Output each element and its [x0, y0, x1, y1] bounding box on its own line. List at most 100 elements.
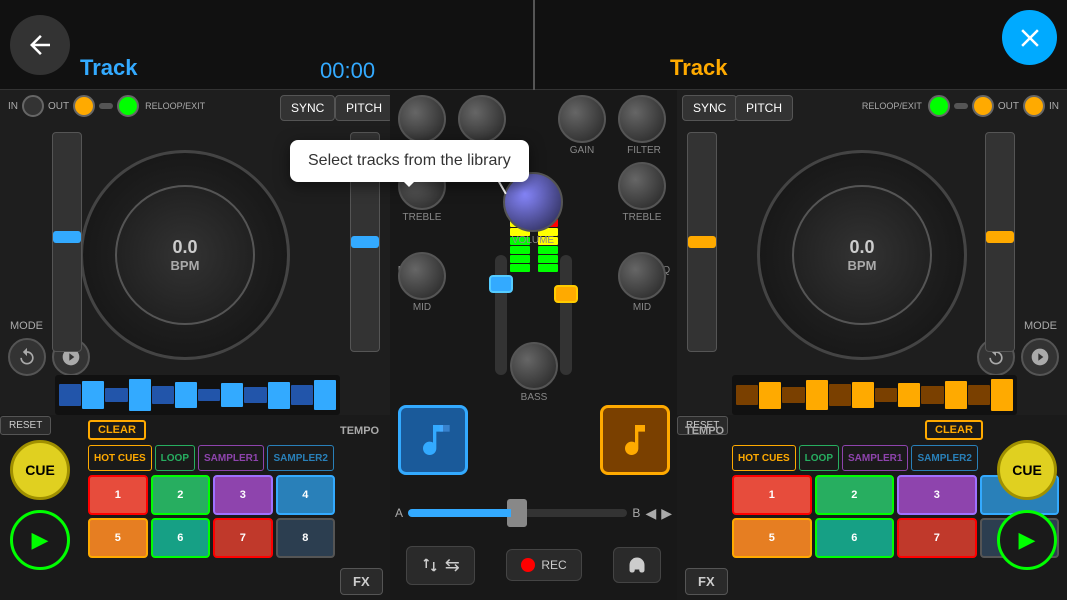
clear-btn-right[interactable]: CLEAR	[925, 420, 983, 440]
close-button[interactable]	[1002, 10, 1057, 65]
sampler1-tab-right[interactable]: SAMPLER1	[842, 445, 908, 471]
pads-area-left: TEMPO FX RESET CLEAR HOT CUES LOOP SAMPL…	[0, 415, 390, 600]
bpm-value-right: 0.0	[849, 237, 874, 258]
pad-3-right[interactable]: 3	[897, 475, 977, 515]
fx-btn-left[interactable]: FX	[340, 568, 383, 595]
tempo-thumb-right	[986, 231, 1014, 243]
pitch-btn-left[interactable]: PITCH	[335, 95, 393, 121]
headphone-btn[interactable]	[613, 547, 661, 583]
rec-dot	[521, 558, 535, 572]
pitch-thumb-left	[351, 236, 379, 248]
reset-btn-left[interactable]: RESET	[0, 416, 51, 435]
pad-4-left[interactable]: 4	[276, 475, 336, 515]
mode-btn1-left[interactable]	[8, 338, 46, 376]
mixer-bottom-row: ⇆ REC	[390, 530, 677, 600]
active-dot-left[interactable]	[117, 95, 139, 117]
pad-2-left[interactable]: 2	[151, 475, 211, 515]
fader-right[interactable]	[560, 255, 572, 375]
pitch-btn-right[interactable]: PITCH	[735, 95, 793, 121]
treble-knob-right[interactable]	[618, 162, 666, 210]
sync-btn-right[interactable]: SYNC	[682, 95, 737, 121]
cue-btn-left[interactable]: CUE	[10, 440, 70, 500]
pitch-slider-right[interactable]	[687, 132, 717, 352]
pad-6-right[interactable]: 6	[815, 518, 895, 558]
in-dot-right[interactable]	[1023, 95, 1045, 117]
cf-right-arrow[interactable]: ▶	[661, 505, 672, 522]
pad-8-left[interactable]: 8	[276, 518, 336, 558]
crossfader[interactable]: A B ◀ ▶	[395, 498, 672, 528]
pad-3-left[interactable]: 3	[213, 475, 273, 515]
pad-7-right[interactable]: 7	[897, 518, 977, 558]
turntable-right[interactable]: 0.0 BPM	[757, 150, 967, 360]
pad-7-left[interactable]: 7	[213, 518, 273, 558]
treble-label-right: TREBLE	[612, 212, 672, 223]
cf-left-arrow[interactable]: ◀	[645, 505, 656, 522]
waveform-right	[732, 375, 1017, 415]
gain-label-right: GAIN	[558, 145, 606, 156]
play-btn-right[interactable]: ▶	[997, 510, 1057, 570]
mid-knob-left[interactable]	[398, 252, 446, 300]
pad-5-right[interactable]: 5	[732, 518, 812, 558]
back-button[interactable]	[10, 15, 70, 75]
sync-btn-left[interactable]: SYNC	[280, 95, 335, 121]
connector-right	[954, 103, 968, 109]
rec-label: REC	[541, 558, 566, 572]
tempo-slider-left[interactable]	[52, 132, 82, 352]
loop-tab-left[interactable]: LOOP	[155, 445, 195, 471]
gain-knob-left[interactable]	[458, 95, 506, 143]
hot-cues-tab-right[interactable]: HOT CUES	[732, 445, 796, 471]
pad-5-left[interactable]: 5	[88, 518, 148, 558]
hot-cues-tab-left[interactable]: HOT CUES	[88, 445, 152, 471]
sampler2-tab-right[interactable]: SAMPLER2	[911, 445, 977, 471]
tempo-slider-right[interactable]	[985, 132, 1015, 352]
tabs-right: HOT CUES LOOP SAMPLER1 SAMPLER2	[732, 445, 978, 471]
mode-label-left: MODE	[10, 320, 43, 332]
pads-row2-left: 5 6 7 8	[88, 518, 335, 558]
mid-knob-right[interactable]	[618, 252, 666, 300]
bpm-unit-right: BPM	[848, 258, 877, 273]
clear-btn-left[interactable]: CLEAR	[88, 420, 146, 440]
gain-knob-right[interactable]	[558, 95, 606, 143]
fader-thumb-right	[554, 285, 578, 303]
rec-btn[interactable]: REC	[506, 549, 581, 581]
filter-knob-right[interactable]	[618, 95, 666, 143]
library-btn-left[interactable]	[398, 405, 468, 475]
out-label-left: OUT	[48, 101, 69, 112]
fx-btn-right[interactable]: FX	[685, 568, 728, 595]
track-left-label: Track	[80, 55, 138, 81]
pad-2-right[interactable]: 2	[815, 475, 895, 515]
turntable-inner-right: 0.0 BPM	[792, 185, 932, 325]
main-area: IN OUT RELOOP/EXIT SYNC PITCH 0.0 BPM MO…	[0, 90, 1067, 600]
sampler2-tab-left[interactable]: SAMPLER2	[267, 445, 333, 471]
waveform-left	[55, 375, 340, 415]
out-label-right: OUT	[998, 101, 1019, 112]
tooltip: Select tracks from the library	[290, 140, 529, 182]
in-dot-left[interactable]	[22, 95, 44, 117]
play-btn-left[interactable]: ▶	[10, 510, 70, 570]
out-dot-left[interactable]	[73, 95, 95, 117]
turntable-left[interactable]: 0.0 BPM	[80, 150, 290, 360]
mode-btn2-right[interactable]	[1021, 338, 1059, 376]
sampler1-tab-left[interactable]: SAMPLER1	[198, 445, 264, 471]
pad-6-left[interactable]: 6	[151, 518, 211, 558]
bpm-unit-left: BPM	[171, 258, 200, 273]
out-dot-right[interactable]	[972, 95, 994, 117]
mid-label-left: MID	[398, 302, 446, 313]
mid-label-right: MID	[618, 302, 666, 313]
in-label-left: IN	[8, 101, 18, 112]
pitch-thumb-right	[688, 236, 716, 248]
cue-btn-right[interactable]: CUE	[997, 440, 1057, 500]
pad-1-left[interactable]: 1	[88, 475, 148, 515]
crossfader-track	[408, 509, 627, 517]
bass-knob[interactable]	[510, 342, 558, 390]
mix-btn[interactable]: ⇆	[406, 546, 475, 585]
loop-tab-right[interactable]: LOOP	[799, 445, 839, 471]
filter-knob-left[interactable]	[398, 95, 446, 143]
fader-left[interactable]	[495, 255, 507, 375]
pad-1-right[interactable]: 1	[732, 475, 812, 515]
library-btn-right[interactable]	[600, 405, 670, 475]
track-right-label: Track	[670, 55, 717, 81]
tempo-thumb-left	[53, 231, 81, 243]
bass-label: BASS	[510, 392, 558, 403]
active-dot-right[interactable]	[928, 95, 950, 117]
